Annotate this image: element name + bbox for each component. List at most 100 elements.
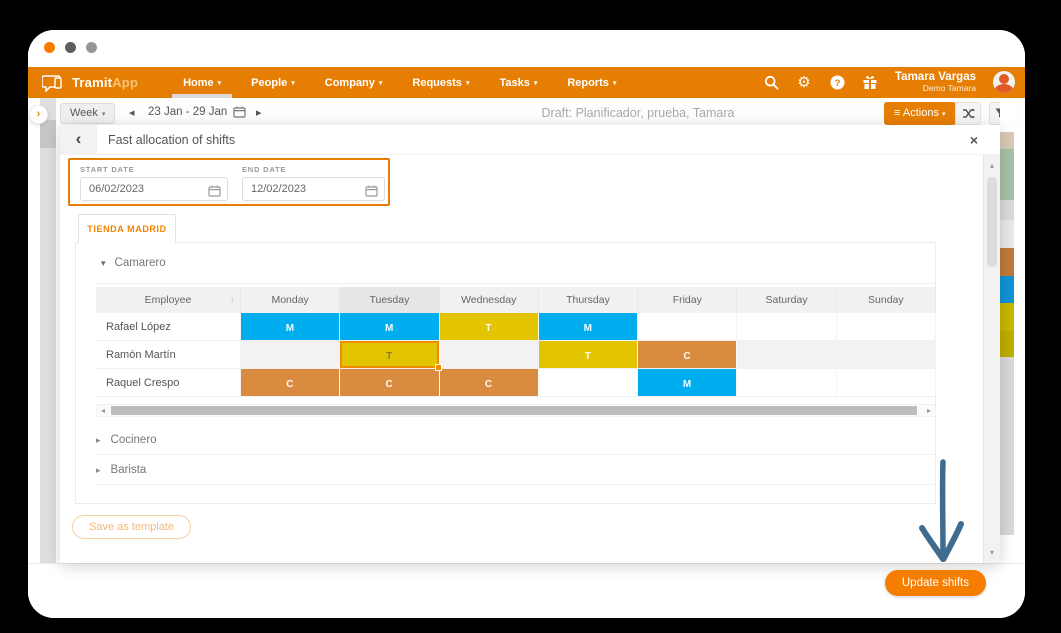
vertical-scrollbar[interactable]: ▴ ▾ bbox=[983, 155, 1000, 563]
background-planner-strip bbox=[1000, 98, 1014, 563]
avatar[interactable] bbox=[993, 71, 1015, 93]
date-range-highlight-box: START DATE END DATE bbox=[68, 158, 390, 206]
shift-cell-selected[interactable]: T bbox=[340, 341, 439, 369]
shift-letter: C bbox=[485, 379, 493, 390]
calendar-icon[interactable] bbox=[208, 185, 221, 197]
section-camarero[interactable]: ▾Camarero bbox=[101, 257, 166, 269]
scroll-left-icon[interactable]: ◂ bbox=[97, 405, 109, 416]
help-icon[interactable]: ? bbox=[829, 74, 845, 90]
window-control-minimize-icon[interactable] bbox=[65, 42, 76, 53]
shift-cell[interactable]: M bbox=[340, 313, 439, 341]
horizontal-scrollbar[interactable]: ◂ ▸ bbox=[96, 404, 936, 417]
back-chevron-icon: ‹ bbox=[76, 129, 82, 148]
window-titlebar bbox=[28, 30, 1025, 67]
next-week-icon[interactable]: ▸ bbox=[256, 106, 262, 119]
date-range-button[interactable]: 23 Jan - 29 Jan bbox=[148, 106, 246, 118]
column-header-monday[interactable]: Monday bbox=[241, 287, 340, 313]
column-header-friday[interactable]: Friday bbox=[638, 287, 737, 313]
calendar-icon bbox=[233, 106, 246, 118]
shift-cell[interactable] bbox=[837, 313, 936, 341]
column-header-tuesday[interactable]: Tuesday bbox=[340, 287, 439, 313]
week-selector[interactable]: Week▾ bbox=[60, 103, 115, 124]
vertical-scrollbar-thumb[interactable] bbox=[987, 177, 997, 267]
tab-tienda-madrid[interactable]: TIENDA MADRID bbox=[78, 214, 176, 243]
back-button[interactable]: ‹ bbox=[60, 125, 97, 155]
nav-item-reports[interactable]: Reports▾ bbox=[552, 67, 631, 98]
gift-icon[interactable] bbox=[862, 74, 878, 90]
table-row: Ramón MartínTTC bbox=[96, 341, 936, 369]
shift-cell[interactable]: M bbox=[241, 313, 340, 341]
column-header-sunday[interactable]: Sunday bbox=[837, 287, 936, 313]
nav-item-home[interactable]: Home▾ bbox=[168, 67, 236, 98]
shift-cell[interactable]: M bbox=[638, 369, 737, 397]
brand-name: TramitApp bbox=[72, 75, 138, 90]
shift-cell[interactable] bbox=[241, 341, 340, 369]
shift-cell[interactable]: C bbox=[440, 369, 539, 397]
shift-letter: T bbox=[386, 351, 393, 362]
shift-letter: T bbox=[485, 323, 492, 334]
end-date-label: END DATE bbox=[242, 165, 385, 174]
shift-cell[interactable]: C bbox=[638, 341, 737, 369]
planner-color-block bbox=[1000, 149, 1014, 200]
nav-item-requests[interactable]: Requests▾ bbox=[397, 67, 484, 98]
window-control-close-icon[interactable] bbox=[44, 42, 55, 53]
selection-handle[interactable] bbox=[435, 364, 442, 371]
shift-cell[interactable] bbox=[737, 313, 836, 341]
close-icon[interactable]: × bbox=[970, 125, 978, 155]
shift-letter: M bbox=[683, 379, 692, 390]
shift-cell[interactable] bbox=[638, 313, 737, 341]
start-date-input[interactable] bbox=[80, 177, 228, 201]
modal-footer bbox=[28, 563, 1025, 618]
section-barista[interactable]: ▸Barista bbox=[96, 455, 934, 485]
planner-color-block bbox=[1000, 331, 1014, 357]
table-header-row: Employee↑MondayTuesdayWednesdayThursdayF… bbox=[96, 287, 936, 313]
update-shifts-button[interactable]: Update shifts bbox=[885, 570, 986, 596]
user-menu[interactable]: Tamara Vargas Demo Tamara bbox=[895, 71, 976, 94]
planner-draft-title: Draft: Planificador, prueba, Tamara bbox=[428, 106, 848, 120]
scroll-up-icon[interactable]: ▴ bbox=[984, 161, 1000, 170]
nav-item-company[interactable]: Company▾ bbox=[310, 67, 398, 98]
end-date-input[interactable] bbox=[242, 177, 385, 201]
chevron-down-icon: ▾ bbox=[291, 79, 295, 87]
nav-item-people[interactable]: People▾ bbox=[236, 67, 310, 98]
shift-cell[interactable]: C bbox=[241, 369, 340, 397]
horizontal-scrollbar-thumb[interactable] bbox=[111, 406, 917, 415]
shift-cell[interactable]: C bbox=[340, 369, 439, 397]
shift-cell[interactable] bbox=[737, 369, 836, 397]
column-header-employee[interactable]: Employee↑ bbox=[96, 287, 241, 313]
shift-cell[interactable]: T bbox=[539, 341, 638, 369]
actions-button[interactable]: ≡ Actions ▾ bbox=[884, 102, 956, 125]
brand-logo[interactable]: TramitApp bbox=[42, 74, 138, 92]
shift-cell[interactable]: T bbox=[440, 313, 539, 341]
shift-cell[interactable]: M bbox=[539, 313, 638, 341]
gear-icon[interactable]: ⚙ bbox=[796, 74, 812, 90]
sort-ascending-icon: ↑ bbox=[230, 287, 234, 313]
section-cocinero[interactable]: ▸Cocinero bbox=[96, 425, 934, 455]
planner-color-block bbox=[1000, 200, 1014, 220]
chevron-down-icon: ▾ bbox=[218, 79, 222, 87]
shift-cell[interactable] bbox=[539, 369, 638, 397]
search-icon[interactable] bbox=[763, 74, 779, 90]
column-header-thursday[interactable]: Thursday bbox=[539, 287, 638, 313]
chevron-right-icon: ▸ bbox=[96, 435, 101, 445]
chevron-down-icon: ▾ bbox=[379, 79, 383, 87]
sidebar-expand-button[interactable]: › bbox=[29, 105, 48, 124]
modal-title: Fast allocation of shifts bbox=[108, 125, 235, 155]
prev-week-icon[interactable]: ◂ bbox=[129, 106, 135, 119]
shuffle-icon[interactable] bbox=[955, 102, 981, 125]
scroll-down-icon[interactable]: ▾ bbox=[984, 548, 1000, 557]
window-control-maximize-icon[interactable] bbox=[86, 42, 97, 53]
column-header-wednesday[interactable]: Wednesday bbox=[440, 287, 539, 313]
chevron-down-icon: ▾ bbox=[613, 79, 617, 87]
shift-cell[interactable] bbox=[837, 369, 936, 397]
shift-cell[interactable] bbox=[440, 341, 539, 369]
shift-cell[interactable] bbox=[737, 341, 836, 369]
planner-color-block bbox=[1000, 303, 1014, 331]
nav-item-tasks[interactable]: Tasks▾ bbox=[484, 67, 552, 98]
column-header-saturday[interactable]: Saturday bbox=[737, 287, 836, 313]
shift-cell[interactable] bbox=[837, 341, 936, 369]
calendar-icon[interactable] bbox=[365, 185, 378, 197]
main-navbar: TramitApp Home▾People▾Company▾Requests▾T… bbox=[28, 67, 1025, 98]
scroll-right-icon[interactable]: ▸ bbox=[923, 405, 935, 416]
save-as-template-button[interactable]: Save as template bbox=[72, 515, 191, 539]
